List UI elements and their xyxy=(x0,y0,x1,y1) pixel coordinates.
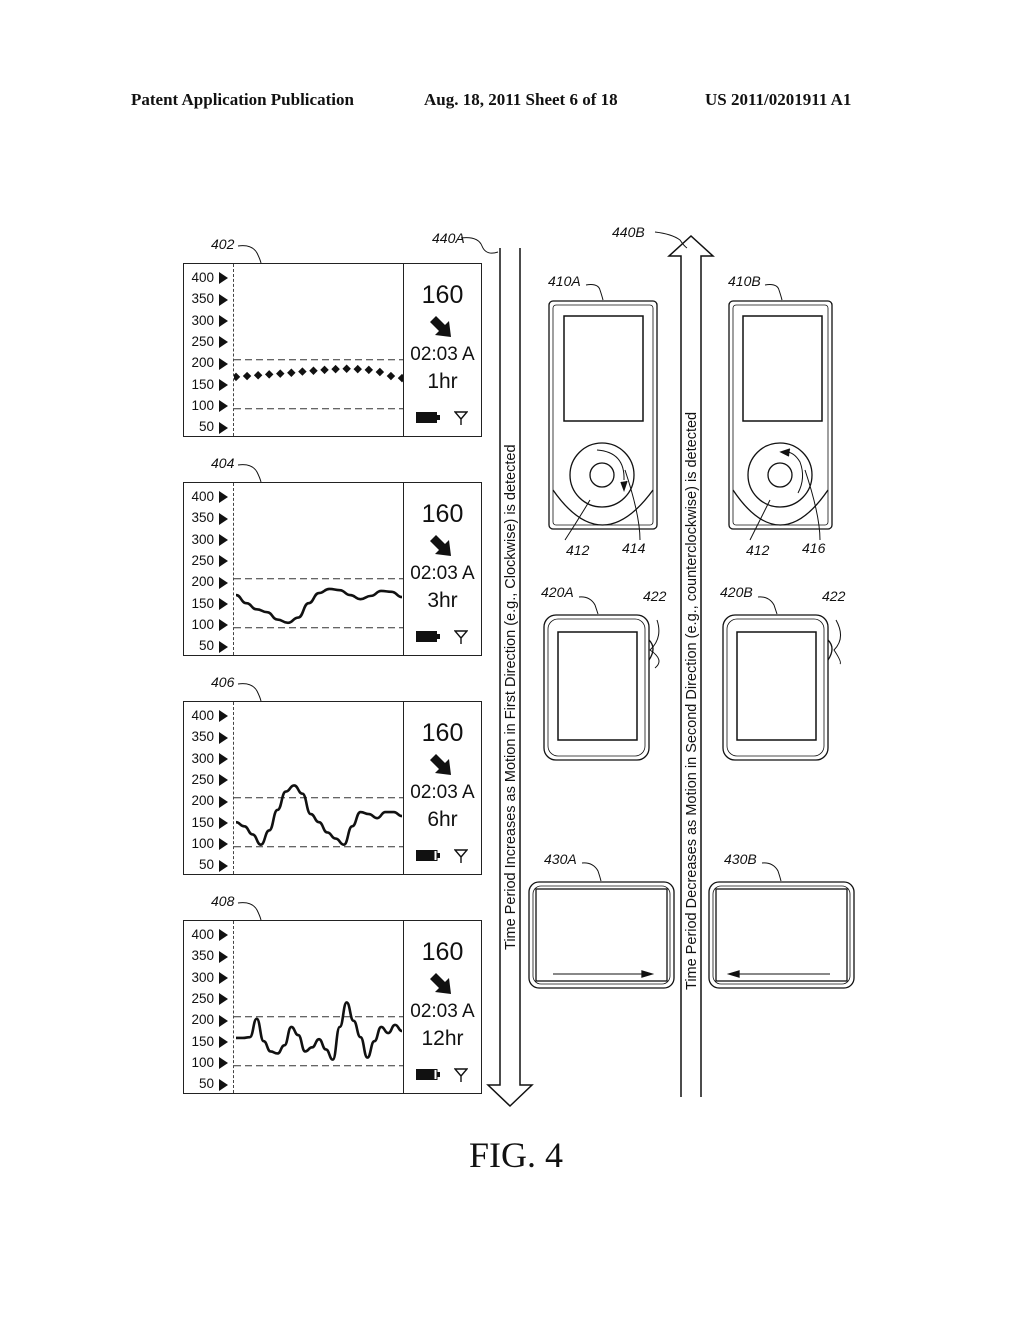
ref-416: 416 xyxy=(802,540,826,556)
swipe-device-a xyxy=(528,881,675,989)
ref-420a: 420A xyxy=(541,584,574,600)
leader-420a xyxy=(578,596,599,615)
increase-arrow-text: Time Period Increases as Motion in First… xyxy=(503,444,519,950)
ref-422b: 422 xyxy=(822,588,846,604)
ref-412a: 412 xyxy=(566,542,590,558)
leader-410a xyxy=(585,284,604,301)
leader-420b xyxy=(757,596,778,615)
leader-440a xyxy=(460,237,499,254)
leader-430a xyxy=(581,862,602,882)
decrease-arrow-text: Time Period Decreases as Motion in Secon… xyxy=(684,411,700,990)
ref-440b: 440B xyxy=(612,224,645,240)
leader-440b xyxy=(654,231,688,249)
crown-device-a xyxy=(543,614,660,761)
ref-430b: 430B xyxy=(724,851,757,867)
ref-412b: 412 xyxy=(746,542,770,558)
leader-430b xyxy=(761,862,782,882)
ref-414: 414 xyxy=(622,540,646,556)
ref-410a: 410A xyxy=(548,273,581,289)
ref-440a: 440A xyxy=(432,230,465,246)
figure-label: FIG. 4 xyxy=(469,1135,564,1175)
ref-422a: 422 xyxy=(643,588,667,604)
wheel-device-a xyxy=(548,300,658,541)
leader-410b xyxy=(764,284,783,301)
ref-430a: 430A xyxy=(544,851,577,867)
wheel-device-b xyxy=(728,300,833,541)
ref-410b: 410B xyxy=(728,273,761,289)
swipe-device-b xyxy=(708,881,855,989)
ref-420b: 420B xyxy=(720,584,753,600)
crown-device-b xyxy=(722,614,841,761)
